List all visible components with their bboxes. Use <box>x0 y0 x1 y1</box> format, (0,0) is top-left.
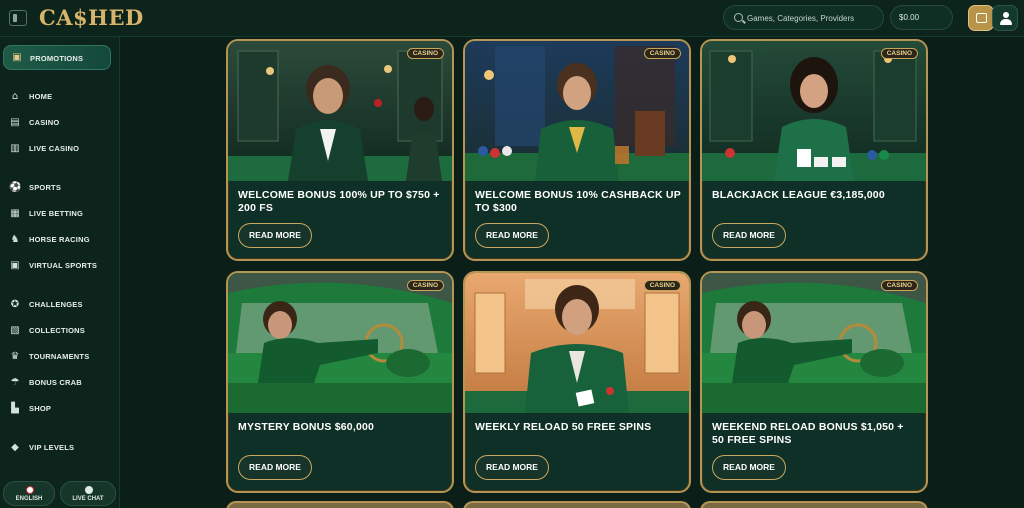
wallet-icon <box>976 13 987 23</box>
search-input[interactable] <box>747 11 879 25</box>
sports-icon: ⚽ <box>9 182 22 193</box>
sidebar-item-collections[interactable]: ▧ COLLECTIONS <box>9 323 114 339</box>
category-badge: CASINO <box>880 280 918 291</box>
read-more-button[interactable]: READ MORE <box>238 223 312 248</box>
sidebar-item-label: CASINO <box>29 118 60 127</box>
promo-card[interactable]: CASINO MYSTERY BONUS $60,000 READ MORE <box>226 271 454 493</box>
sidebar-item-label: LIVE BETTING <box>29 209 84 218</box>
casino-icon: ▤ <box>10 117 20 128</box>
promo-title: WELCOME BONUS 10% CASHBACK UP TO $300 <box>475 189 681 214</box>
sidebar-item-tournaments[interactable]: ♛ TOURNAMENTS <box>9 349 114 365</box>
collections-icon: ▧ <box>10 325 20 336</box>
search-box[interactable] <box>723 5 884 30</box>
live-casino-icon: ▥ <box>10 143 20 154</box>
sidebar-toggle-icon[interactable] <box>9 10 27 26</box>
promo-image <box>465 273 689 413</box>
promo-image <box>702 41 926 181</box>
category-badge: CASINO <box>406 280 444 291</box>
sidebar-item-label: SHOP <box>29 404 52 413</box>
promo-image <box>465 41 689 181</box>
sidebar: ▣ PROMOTIONS ⌂ HOME ▤ CASINO ▥ LIVE CASI… <box>0 37 120 508</box>
promo-image <box>228 41 452 181</box>
sidebar-item-label: BONUS CRAB <box>29 378 82 387</box>
promo-card-partial[interactable] <box>463 501 691 508</box>
read-more-button[interactable]: READ MORE <box>712 455 786 480</box>
sidebar-item-promotions[interactable]: ▣ PROMOTIONS <box>3 45 111 70</box>
promo-card[interactable]: CASINO WEEKLY RELOAD 50 FREE SPINS READ … <box>463 271 691 493</box>
sidebar-item-bonus-crab[interactable]: ☂ BONUS CRAB <box>9 375 114 391</box>
virtual-sports-icon: ▣ <box>10 260 20 271</box>
search-icon <box>734 13 743 22</box>
sidebar-item-casino[interactable]: ▤ CASINO <box>9 115 114 131</box>
logo[interactable]: CA$HED <box>39 5 144 31</box>
promo-title: MYSTERY BONUS $60,000 <box>238 421 375 433</box>
category-badge: CASINO <box>406 48 444 59</box>
promo-card[interactable]: CASINO WELCOME BONUS 10% CASHBACK UP TO … <box>463 39 691 261</box>
sidebar-item-label: VIRTUAL SPORTS <box>29 261 98 270</box>
read-more-button[interactable]: READ MORE <box>475 455 549 480</box>
diamond-icon: ◆ <box>11 442 19 453</box>
crab-icon: ☂ <box>10 377 20 388</box>
sidebar-item-virtual-sports[interactable]: ▣ VIRTUAL SPORTS <box>9 258 114 274</box>
trophy-icon: ♛ <box>10 351 20 362</box>
gift-icon: ▣ <box>12 52 22 63</box>
sidebar-item-label: HORSE RACING <box>29 235 90 244</box>
sidebar-item-label: CHALLENGES <box>29 300 83 309</box>
profile-button[interactable] <box>992 5 1018 31</box>
sidebar-item-horse-racing[interactable]: ♞ HORSE RACING <box>9 232 114 248</box>
sidebar-item-label: SPORTS <box>29 183 62 192</box>
sidebar-item-live-casino[interactable]: ▥ LIVE CASINO <box>9 141 114 157</box>
horse-icon: ♞ <box>10 234 20 245</box>
promo-card-partial[interactable] <box>700 501 928 508</box>
live-chat-label: LIVE CHAT <box>72 496 104 502</box>
promo-title: WELCOME BONUS 100% UP TO $750 + 200 FS <box>238 189 440 214</box>
sidebar-item-shop[interactable]: ▙ SHOP <box>9 401 114 417</box>
language-label: ENGLISH <box>15 496 43 502</box>
read-more-button[interactable]: READ MORE <box>475 223 549 248</box>
top-bar: CA$HED $0.00 <box>0 0 1024 37</box>
sidebar-item-label: VIP LEVELS <box>29 443 75 452</box>
promo-card[interactable]: CASINO WELCOME BONUS 100% UP TO $750 + 2… <box>226 39 454 261</box>
flag-icon <box>26 486 34 494</box>
sidebar-item-challenges[interactable]: ✪ CHALLENGES <box>9 297 114 313</box>
category-badge: CASINO <box>880 48 918 59</box>
sidebar-item-sports[interactable]: ⚽ SPORTS <box>9 180 114 196</box>
read-more-button[interactable]: READ MORE <box>238 455 312 480</box>
promo-image <box>702 273 926 413</box>
home-icon: ⌂ <box>11 91 19 102</box>
sidebar-item-live-betting[interactable]: ▦ LIVE BETTING <box>9 206 114 222</box>
promo-card[interactable]: CASINO BLACKJACK LEAGUE €3,185,000 READ … <box>700 39 928 261</box>
language-button[interactable]: ENGLISH <box>3 481 55 506</box>
sidebar-item-label: COLLECTIONS <box>29 326 85 335</box>
live-betting-icon: ▦ <box>10 208 20 219</box>
promo-card-partial[interactable] <box>226 501 454 508</box>
user-icon <box>1003 12 1009 18</box>
challenges-icon: ✪ <box>10 299 20 310</box>
promo-title: WEEKLY RELOAD 50 FREE SPINS <box>475 421 652 433</box>
category-badge: CASINO <box>643 48 681 59</box>
shop-icon: ▙ <box>11 403 19 414</box>
sidebar-item-home[interactable]: ⌂ HOME <box>9 89 114 105</box>
promo-image <box>228 273 452 413</box>
wallet-button[interactable] <box>968 5 994 31</box>
chat-icon <box>85 486 93 494</box>
sidebar-item-label: TOURNAMENTS <box>29 352 90 361</box>
promo-title: BLACKJACK LEAGUE €3,185,000 <box>712 189 885 201</box>
balance-display[interactable]: $0.00 <box>890 5 953 30</box>
live-chat-button[interactable]: LIVE CHAT <box>60 481 116 506</box>
read-more-button[interactable]: READ MORE <box>712 223 786 248</box>
sidebar-item-label: PROMOTIONS <box>30 54 84 63</box>
sidebar-item-vip-levels[interactable]: ◆ VIP LEVELS <box>9 440 114 456</box>
sidebar-item-label: LIVE CASINO <box>29 144 80 153</box>
promo-title: WEEKEND RELOAD BONUS $1,050 + 50 FREE SP… <box>712 421 904 446</box>
sidebar-item-label: HOME <box>29 92 53 101</box>
category-badge: CASINO <box>643 280 681 291</box>
promo-card[interactable]: CASINO WEEKEND RELOAD BONUS $1,050 + 50 … <box>700 271 928 493</box>
